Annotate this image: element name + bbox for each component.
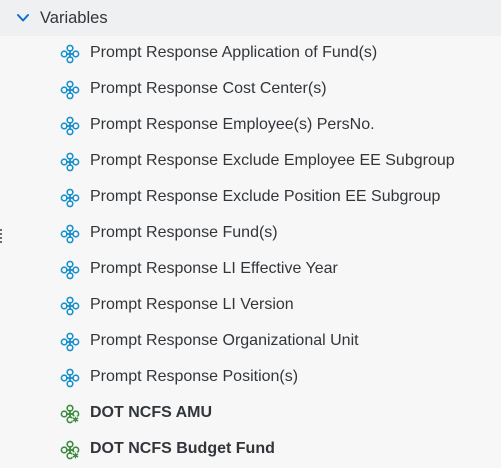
- list-item-label: Prompt Response Organizational Unit: [90, 332, 359, 349]
- list-item[interactable]: Prompt Response Exclude Employee EE Subg…: [0, 144, 501, 180]
- prompt-variable-icon: [60, 368, 80, 388]
- list-item[interactable]: Prompt Response Fund(s): [0, 216, 501, 252]
- list-item-label: DOT NCFS AMU: [90, 404, 213, 421]
- list-item[interactable]: Prompt Response Employee(s) PersNo.: [0, 108, 501, 144]
- prompt-variable-icon: [60, 80, 80, 100]
- chevron-down-icon[interactable]: [16, 11, 30, 25]
- list-item[interactable]: Prompt Response LI Version: [0, 288, 501, 324]
- measure-variable-icon: [60, 440, 80, 460]
- prompt-variable-icon: [60, 332, 80, 352]
- list-item-label: Prompt Response Employee(s) PersNo.: [90, 116, 375, 133]
- section-title: Variables: [40, 9, 108, 27]
- list-item[interactable]: Prompt Response Position(s): [0, 360, 501, 396]
- list-item-label: Prompt Response Application of Fund(s): [90, 44, 378, 61]
- prompt-variable-icon: [60, 224, 80, 244]
- list-item[interactable]: DOT NCFS AMU: [0, 396, 501, 432]
- list-item-label: DOT NCFS Budget Fund: [90, 440, 275, 457]
- list-item-label: Prompt Response Position(s): [90, 368, 299, 385]
- list-item[interactable]: Prompt Response Cost Center(s): [0, 72, 501, 108]
- variables-panel: Variables Prompt Response Application of…: [0, 0, 501, 468]
- list-item-label: Prompt Response Cost Center(s): [90, 80, 327, 97]
- list-item-label: Prompt Response LI Version: [90, 296, 294, 313]
- list-item[interactable]: Prompt Response Exclude Position EE Subg…: [0, 180, 501, 216]
- list-item[interactable]: DOT NCFS Budget Fund: [0, 432, 501, 468]
- variables-list: Prompt Response Application of Fund(s) P…: [0, 36, 501, 468]
- prompt-variable-icon: [60, 188, 80, 208]
- list-item[interactable]: Prompt Response Application of Fund(s): [0, 36, 501, 72]
- variables-section-header[interactable]: Variables: [0, 0, 501, 36]
- prompt-variable-icon: [60, 116, 80, 136]
- list-item-label: Prompt Response LI Effective Year: [90, 260, 338, 277]
- list-item-label: Prompt Response Exclude Position EE Subg…: [90, 188, 441, 205]
- prompt-variable-icon: [60, 44, 80, 64]
- list-item-label: Prompt Response Fund(s): [90, 224, 278, 241]
- prompt-variable-icon: [60, 260, 80, 280]
- prompt-variable-icon: [60, 152, 80, 172]
- measure-variable-icon: [60, 404, 80, 424]
- list-item[interactable]: Prompt Response Organizational Unit: [0, 324, 501, 360]
- list-item[interactable]: Prompt Response LI Effective Year: [0, 252, 501, 288]
- prompt-variable-icon: [60, 296, 80, 316]
- list-item-label: Prompt Response Exclude Employee EE Subg…: [90, 152, 455, 169]
